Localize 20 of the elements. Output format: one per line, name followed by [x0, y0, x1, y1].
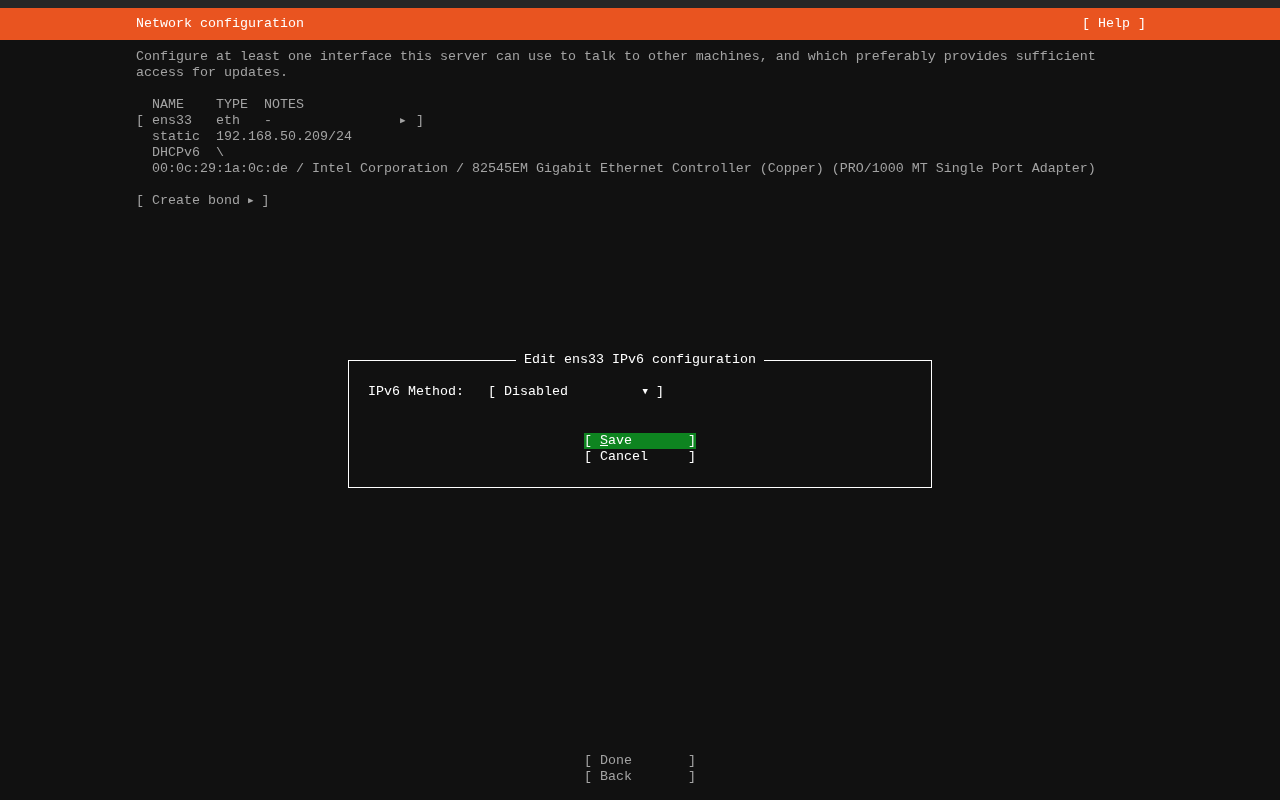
field-label: IPv6 Method:	[368, 384, 464, 400]
address-value: 192.168.50.209/24	[216, 129, 352, 145]
address-method: static	[152, 129, 201, 145]
dialog-button[interactable]: [ Save ]	[584, 433, 696, 449]
create-bond-button[interactable]: [ Create bond ▶ ]	[136, 193, 270, 209]
device-details: 00:0c:29:1a:0c:de / Intel Corporation / 82545EM Gigabit Ethernet Controller (Copper) (PRO/1000 MT Single Port Adapter)	[152, 161, 1096, 176]
footer-button[interactable]: [ Back ]	[584, 769, 696, 785]
interface-row[interactable]: [ ens33 eth - ▶ ]	[136, 113, 424, 129]
dialog-title: Edit ens33 IPv6 configuration	[523, 352, 757, 368]
address-value: \	[216, 145, 224, 161]
column-header: NAME	[152, 97, 185, 113]
dropdown[interactable]: [ Disabled ▼ ]	[488, 384, 664, 400]
screen-title: Network configuration	[136, 16, 304, 32]
help-button[interactable]: [ Help ]	[1082, 16, 1146, 32]
column-header: TYPE	[216, 97, 249, 113]
dialog-button[interactable]: [ Cancel ]	[584, 449, 696, 465]
description-text: Configure at least one interface this server can use to talk to other machines, and which preferably provides sufficient access for updates.	[136, 49, 1097, 81]
address-method: DHCPv6	[152, 145, 201, 161]
footer-button[interactable]: [ Done ]	[584, 753, 696, 769]
column-header: NOTES	[264, 97, 304, 113]
